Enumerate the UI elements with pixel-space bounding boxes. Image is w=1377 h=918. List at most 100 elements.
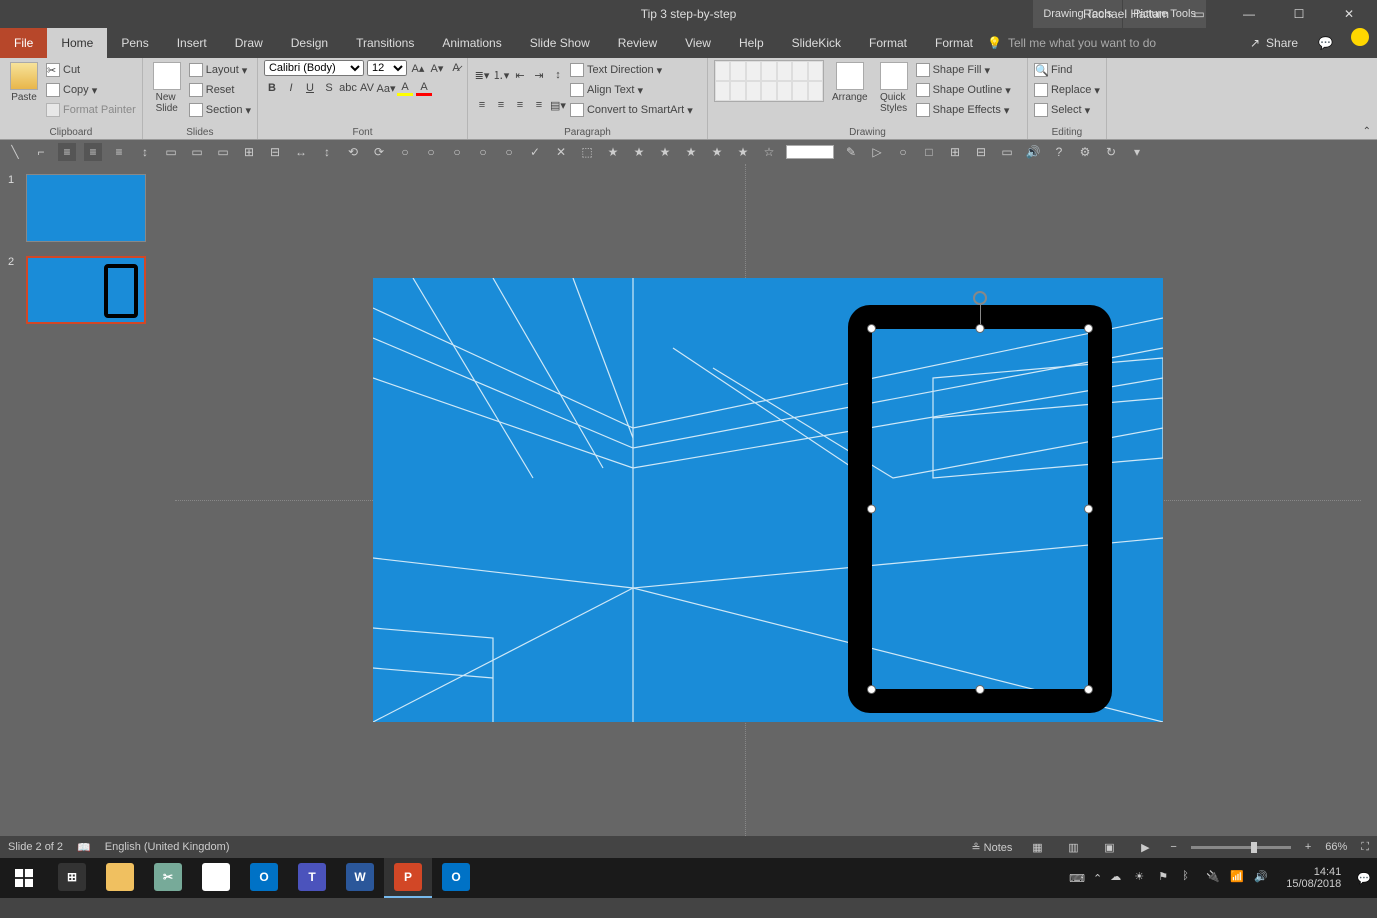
zoom-slider[interactable] — [1191, 846, 1291, 849]
language-indicator[interactable]: English (United Kingdom) — [105, 841, 230, 853]
volume-icon[interactable]: 🔊 — [1254, 870, 1270, 886]
tab-slideshow[interactable]: Slide Show — [516, 28, 604, 58]
zoom-in-button[interactable]: + — [1305, 841, 1311, 853]
comments-icon[interactable]: 💬 — [1308, 28, 1343, 58]
slide-canvas[interactable] — [175, 164, 1361, 836]
tab-home[interactable]: Home — [47, 28, 107, 58]
tab-animations[interactable]: Animations — [428, 28, 515, 58]
cut-button[interactable]: ✂Cut — [46, 62, 136, 78]
zoom-out-button[interactable]: − — [1170, 841, 1176, 853]
taskbar-app-chrome[interactable]: ◉ — [192, 858, 240, 898]
wifi-icon[interactable]: 📶 — [1230, 870, 1246, 886]
font-size-select[interactable]: 12 — [367, 60, 407, 76]
share-button[interactable]: ↗ Share — [1240, 28, 1308, 58]
shape-outline-button[interactable]: Shape Outline▾ — [916, 82, 1011, 98]
replace-button[interactable]: Replace▾ — [1034, 82, 1100, 98]
qat-btn[interactable]: ○ — [448, 143, 466, 161]
qat-btn[interactable]: ✓ — [526, 143, 544, 161]
qat-btn[interactable]: ⌐ — [32, 143, 50, 161]
qat-btn[interactable]: ▾ — [1128, 143, 1146, 161]
emoji-icon[interactable] — [1351, 28, 1369, 46]
zoom-level[interactable]: 66% — [1325, 841, 1347, 853]
paste-button[interactable]: Paste — [6, 60, 42, 105]
layout-button[interactable]: Layout▾ — [189, 62, 251, 78]
qat-btn[interactable]: ○ — [474, 143, 492, 161]
qat-btn[interactable]: ↻ — [1102, 143, 1120, 161]
qat-btn[interactable]: ? — [1050, 143, 1068, 161]
slide[interactable] — [373, 278, 1163, 722]
qat-btn[interactable]: ≡ — [58, 143, 76, 161]
resize-handle-s[interactable] — [976, 685, 985, 694]
minimize-button[interactable]: — — [1229, 0, 1269, 28]
qat-btn[interactable]: ○ — [894, 143, 912, 161]
tab-format-drawing[interactable]: Format — [855, 28, 921, 58]
tab-pens[interactable]: Pens — [107, 28, 162, 58]
bluetooth-icon[interactable]: ᛒ — [1182, 870, 1198, 886]
normal-view-button[interactable]: ▦ — [1026, 839, 1048, 855]
shape-fill-button[interactable]: Shape Fill▾ — [916, 62, 1011, 78]
slide-thumbnail-2[interactable] — [26, 256, 146, 324]
qat-btn[interactable]: ✕ — [552, 143, 570, 161]
clear-format-button[interactable]: A̷ — [448, 60, 464, 76]
qat-btn[interactable]: ⊞ — [946, 143, 964, 161]
ribbon-display-options[interactable]: ▭ — [1179, 0, 1219, 28]
increase-font-button[interactable]: A▴ — [410, 60, 426, 76]
qat-btn[interactable]: ▭ — [188, 143, 206, 161]
align-right-button[interactable]: ≡ — [512, 97, 528, 113]
qat-btn[interactable]: ▭ — [998, 143, 1016, 161]
weather-icon[interactable]: ☀ — [1134, 870, 1150, 886]
select-button[interactable]: Select▾ — [1034, 102, 1100, 118]
user-name[interactable]: Rachael Hattam — [1083, 7, 1169, 21]
resize-handle-ne[interactable] — [1084, 324, 1093, 333]
taskbar-app-outlook2[interactable]: O — [432, 858, 480, 898]
resize-handle-e[interactable] — [1084, 505, 1093, 514]
resize-handle-nw[interactable] — [867, 324, 876, 333]
underline-button[interactable]: U — [302, 80, 318, 96]
strike-button[interactable]: abc — [340, 80, 356, 96]
qat-btn[interactable]: ╲ — [6, 143, 24, 161]
maximize-button[interactable]: ☐ — [1279, 0, 1319, 28]
arrange-button[interactable]: Arrange — [828, 60, 872, 105]
qat-btn[interactable]: ⚙ — [1076, 143, 1094, 161]
case-button[interactable]: Aa▾ — [378, 80, 394, 96]
qat-btn[interactable]: ★ — [682, 143, 700, 161]
copy-button[interactable]: Copy▾ — [46, 82, 136, 98]
qat-btn[interactable]: ▭ — [162, 143, 180, 161]
rotate-handle[interactable] — [973, 291, 987, 305]
resize-handle-sw[interactable] — [867, 685, 876, 694]
qat-btn[interactable]: □ — [920, 143, 938, 161]
italic-button[interactable]: I — [283, 80, 299, 96]
qat-btn[interactable]: ★ — [734, 143, 752, 161]
justify-button[interactable]: ≡ — [531, 97, 547, 113]
clock[interactable]: 14:41 15/08/2018 — [1278, 866, 1349, 890]
tab-format-picture[interactable]: Format — [921, 28, 987, 58]
line-spacing-button[interactable]: ↕ — [550, 67, 566, 83]
onedrive-icon[interactable]: ☁ — [1110, 870, 1126, 886]
qat-btn[interactable]: 🔊 — [1024, 143, 1042, 161]
qat-btn[interactable]: ★ — [708, 143, 726, 161]
qat-btn[interactable]: ↕ — [318, 143, 336, 161]
power-icon[interactable]: 🔌 — [1206, 870, 1222, 886]
qat-btn[interactable]: ≡ — [110, 143, 128, 161]
find-button[interactable]: 🔍Find — [1034, 62, 1100, 78]
indent-left-button[interactable]: ⇤ — [512, 67, 528, 83]
qat-btn[interactable]: ▷ — [868, 143, 886, 161]
taskbar-app-snip[interactable]: ✂ — [144, 858, 192, 898]
qat-btn[interactable]: ↔ — [292, 143, 310, 161]
columns-button[interactable]: ▤▾ — [550, 97, 566, 113]
qat-btn[interactable]: ○ — [500, 143, 518, 161]
notifications-icon[interactable]: 💬 — [1357, 872, 1371, 885]
qat-btn[interactable]: ⬚ — [578, 143, 596, 161]
new-slide-button[interactable]: New Slide — [149, 60, 185, 116]
reset-button[interactable]: Reset — [189, 82, 251, 98]
decrease-font-button[interactable]: A▾ — [429, 60, 445, 76]
qat-btn[interactable]: ✎ — [842, 143, 860, 161]
qat-btn[interactable]: ★ — [656, 143, 674, 161]
text-direction-button[interactable]: Text Direction▾ — [570, 62, 693, 78]
resize-handle-se[interactable] — [1084, 685, 1093, 694]
tab-review[interactable]: Review — [604, 28, 671, 58]
align-text-button[interactable]: Align Text▾ — [570, 82, 693, 98]
taskbar-app-outlook[interactable]: O — [240, 858, 288, 898]
font-color-button[interactable]: A — [416, 80, 432, 96]
smartart-button[interactable]: Convert to SmartArt▾ — [570, 102, 693, 118]
